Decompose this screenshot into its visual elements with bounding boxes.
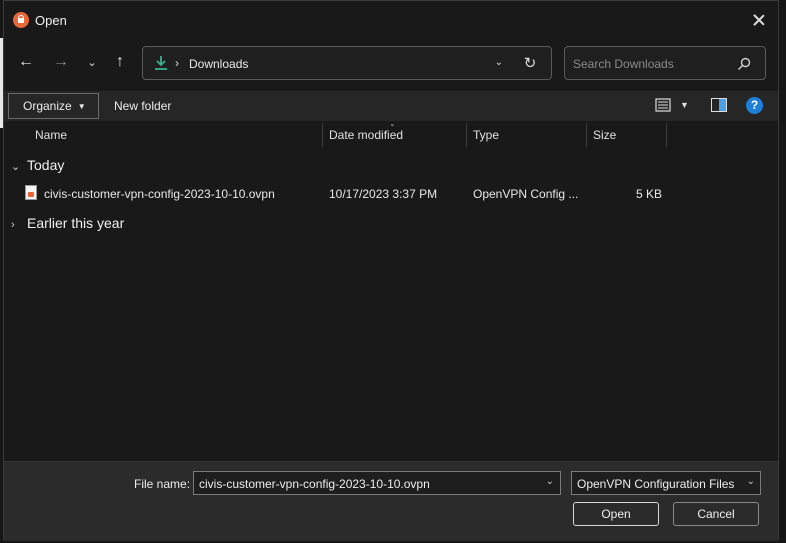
file-name-dropdown-icon[interactable]: ⌄ (546, 476, 554, 487)
column-header-name[interactable]: Name (35, 121, 67, 149)
openvpn-app-icon (13, 12, 29, 28)
address-bar[interactable]: › Downloads ⌄ ↻ (142, 46, 552, 80)
view-details-icon[interactable] (655, 98, 671, 112)
caret-down-icon: ▼ (77, 101, 86, 111)
group-header-earlier-this-year[interactable]: › Earlier this year (11, 215, 124, 231)
file-type-select[interactable]: OpenVPN Configuration Files (* ⌄ (571, 471, 761, 495)
column-divider[interactable] (322, 123, 323, 147)
download-folder-icon (155, 56, 167, 70)
file-type-dropdown-icon[interactable]: ⌄ (746, 476, 755, 487)
search-placeholder: Search Downloads (573, 57, 674, 71)
file-name-value: civis-customer-vpn-config-2023-10-10.ovp… (199, 477, 430, 491)
file-name: civis-customer-vpn-config-2023-10-10.ovp… (44, 187, 275, 201)
file-name-field[interactable]: civis-customer-vpn-config-2023-10-10.ovp… (193, 471, 561, 495)
organize-label: Organize (23, 99, 72, 113)
search-icon[interactable] (737, 57, 751, 71)
help-icon[interactable]: ? (746, 97, 763, 114)
organize-button[interactable]: Organize ▼ (8, 93, 99, 119)
file-row[interactable]: civis-customer-vpn-config-2023-10-10.ovp… (4, 181, 778, 207)
chevron-down-icon: ⌄ (11, 161, 21, 173)
chevron-right-icon: › (11, 219, 15, 231)
window-title: Open (35, 13, 67, 28)
column-divider[interactable] (666, 123, 667, 147)
search-input[interactable]: Search Downloads (564, 46, 766, 80)
back-arrow-icon[interactable]: ← (15, 51, 37, 73)
column-header-date-modified[interactable]: Date modified (329, 121, 403, 149)
file-size: 5 KB (636, 187, 663, 201)
file-type: OpenVPN Config ... (473, 187, 579, 201)
recent-locations-chevron-icon[interactable]: ⌄ (81, 51, 103, 73)
breadcrumb-downloads[interactable]: Downloads (189, 57, 248, 71)
address-dropdown-icon[interactable]: ⌄ (495, 57, 503, 68)
open-file-dialog: Open ← → ⌄ ↑ › Downloads ⌄ ↻ Search Down… (3, 0, 779, 541)
up-arrow-icon[interactable]: ↑ (109, 51, 131, 73)
column-header-type[interactable]: Type (473, 121, 499, 149)
file-date-modified: 10/17/2023 3:37 PM (329, 187, 438, 201)
column-header-size[interactable]: Size (593, 121, 616, 149)
preview-pane-icon[interactable] (711, 98, 727, 112)
cancel-button[interactable]: Cancel (673, 502, 759, 526)
group-header-today[interactable]: ⌄ Today (11, 157, 64, 173)
title-bar: Open (4, 1, 778, 39)
file-type-value: OpenVPN Configuration Files (* (577, 477, 737, 491)
file-name-label: File name: (134, 477, 191, 491)
new-folder-button[interactable]: New folder (114, 99, 171, 113)
ovpn-file-icon (25, 185, 37, 200)
close-button[interactable] (750, 11, 768, 29)
breadcrumb-chevron-icon[interactable]: › (175, 56, 179, 70)
column-divider[interactable] (466, 123, 467, 147)
column-divider[interactable] (586, 123, 587, 147)
dialog-footer: File name: civis-customer-vpn-config-202… (4, 461, 778, 541)
command-bar: Organize ▼ New folder ▼ ? (4, 91, 778, 121)
group-label: Today (27, 157, 65, 173)
file-list: Name ⌄ Date modified Type Size ⌄ Today ci… (4, 119, 778, 461)
refresh-icon[interactable]: ↻ (521, 54, 539, 72)
open-button[interactable]: Open (573, 502, 659, 526)
forward-arrow-icon[interactable]: → (50, 51, 72, 73)
view-options-caret-icon[interactable]: ▼ (680, 100, 689, 110)
navigation-bar: ← → ⌄ ↑ › Downloads ⌄ ↻ Search Downloads (4, 43, 778, 81)
group-label: Earlier this year (27, 215, 125, 231)
